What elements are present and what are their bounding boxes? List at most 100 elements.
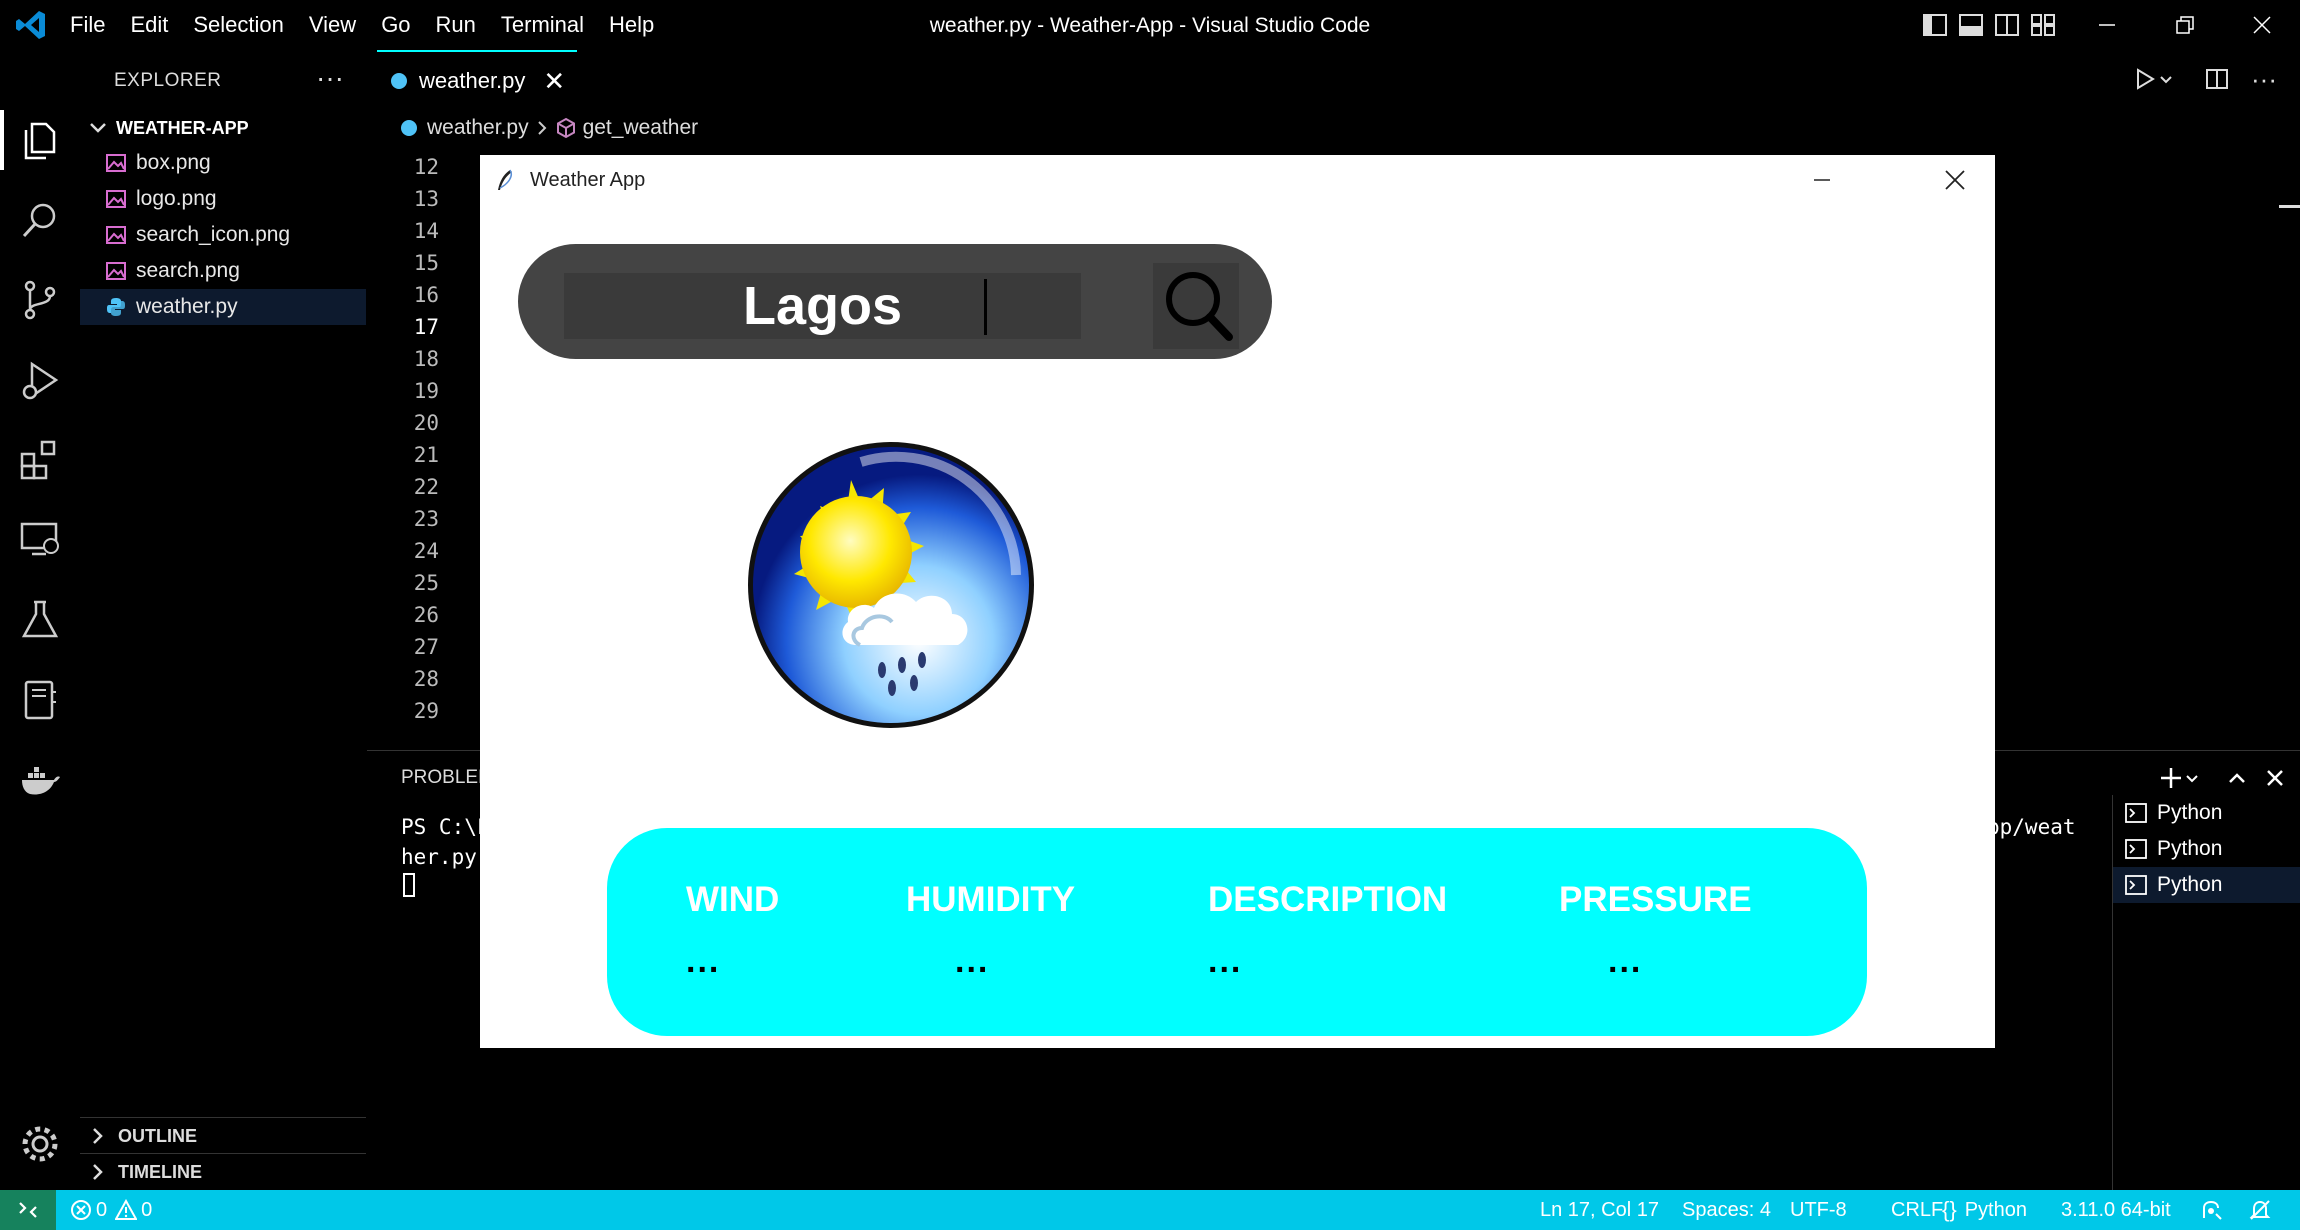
- restore-window-button[interactable]: [2155, 0, 2215, 50]
- explorer-icon[interactable]: [18, 118, 62, 162]
- maximize-panel-button[interactable]: [2219, 761, 2255, 795]
- terminal-item[interactable]: Python: [2113, 795, 2300, 831]
- docker-icon[interactable]: [18, 758, 62, 802]
- chevron-up-icon: [2229, 773, 2245, 783]
- line-number: 16: [413, 283, 439, 307]
- toggle-sidebar-icon[interactable]: [1922, 13, 1948, 37]
- menu-edit[interactable]: Edit: [130, 12, 168, 38]
- file-name: logo.png: [136, 187, 217, 210]
- menu-help[interactable]: Help: [609, 12, 654, 38]
- live-share-button[interactable]: [2200, 1190, 2224, 1230]
- close-icon: [2267, 770, 2283, 786]
- warning-icon: [115, 1199, 138, 1220]
- remote-explorer-icon[interactable]: [18, 518, 62, 562]
- minimize-window-button[interactable]: [2077, 0, 2137, 50]
- app-title: Weather App: [530, 169, 646, 191]
- search-icon[interactable]: [18, 198, 62, 242]
- tk-feather-icon: [498, 169, 512, 190]
- image-icon: [106, 262, 126, 280]
- toggle-secondary-sidebar-icon[interactable]: [1994, 13, 2020, 37]
- extensions-icon[interactable]: [18, 438, 62, 482]
- breadcrumb-file[interactable]: weather.py: [427, 116, 529, 140]
- file-item-weather-py[interactable]: weather.py: [80, 289, 366, 325]
- vscode-logo-icon: [16, 11, 45, 39]
- source-control-icon[interactable]: [18, 278, 62, 322]
- terminal-line: her.py: [401, 845, 477, 869]
- notifications-button[interactable]: [2248, 1190, 2272, 1230]
- breadcrumb-symbol[interactable]: get_weather: [583, 116, 699, 140]
- cursor-position[interactable]: Ln 17, Col 17: [1540, 1190, 1659, 1230]
- close-panel-button[interactable]: [2257, 761, 2293, 795]
- outline-section[interactable]: OUTLINE: [80, 1117, 366, 1154]
- split-editor-button[interactable]: [2205, 64, 2229, 94]
- timeline-section[interactable]: TIMELINE: [80, 1153, 366, 1190]
- python-icon: [401, 120, 417, 136]
- customize-layout-icon[interactable]: [2030, 13, 2056, 37]
- remote-icon: [19, 1202, 37, 1218]
- problems-indicator[interactable]: 0 0: [70, 1190, 152, 1230]
- menu-view[interactable]: View: [309, 12, 356, 38]
- file-name: box.png: [136, 151, 211, 174]
- breadcrumb: weather.py get_weather: [399, 112, 698, 144]
- line-number: 20: [413, 411, 439, 435]
- editor-more-icon[interactable]: ···: [2251, 64, 2277, 94]
- terminal-item[interactable]: Python: [2113, 831, 2300, 867]
- file-item-logo-png[interactable]: logo.png: [80, 181, 366, 217]
- notebook-icon[interactable]: [18, 678, 62, 722]
- menu-run[interactable]: Run: [436, 12, 476, 38]
- menu-terminal[interactable]: Terminal: [501, 12, 584, 38]
- terminal-name: Python: [2157, 801, 2223, 824]
- weather-info-panel: WIND ... HUMIDITY ... DESCRIPTION ... PR…: [607, 828, 1867, 1036]
- line-number: 19: [413, 379, 439, 403]
- end-of-line[interactable]: CRLF: [1891, 1190, 1943, 1230]
- file-item-search-icon-png[interactable]: search_icon.png: [80, 217, 366, 253]
- weather-logo-icon: [748, 442, 1034, 728]
- chevron-down-icon: [90, 123, 106, 133]
- chevron-down-icon: [2186, 775, 2198, 783]
- new-terminal-button[interactable]: [2157, 761, 2201, 795]
- tab-weather-py[interactable]: weather.py ✕: [377, 50, 578, 110]
- python-interpreter[interactable]: 3.11.0 64-bit: [2061, 1190, 2171, 1230]
- remote-indicator[interactable]: [0, 1190, 56, 1230]
- indentation[interactable]: Spaces: 4: [1682, 1190, 1771, 1230]
- line-number: 12: [413, 155, 439, 179]
- close-window-button[interactable]: [2232, 0, 2292, 50]
- menu-file[interactable]: File: [70, 12, 105, 38]
- terminal-item-active[interactable]: Python: [2113, 867, 2300, 903]
- folder-weather-app[interactable]: WEATHER-APP: [86, 112, 366, 144]
- language-mode[interactable]: {} Python: [1942, 1190, 2027, 1230]
- line-number: 13: [413, 187, 439, 211]
- tab-close-icon[interactable]: ✕: [543, 66, 565, 97]
- weather-app-window: Weather App Lagos WIND ... HUMIDITY ... …: [480, 155, 1995, 1048]
- line-number: 18: [413, 347, 439, 371]
- app-title-bar: Weather App: [480, 155, 1995, 205]
- restore-icon: [2176, 16, 2194, 34]
- app-minimize-button[interactable]: [1792, 155, 1852, 205]
- title-bar: File Edit Selection View Go Run Terminal…: [0, 0, 2300, 50]
- run-debug-icon[interactable]: [18, 358, 62, 402]
- file-item-box-png[interactable]: box.png: [80, 145, 366, 181]
- pressure-value: ...: [1608, 942, 1643, 980]
- search-button[interactable]: [1153, 263, 1239, 349]
- warning-count: 0: [141, 1198, 153, 1221]
- editor-scrollbar[interactable]: [2279, 205, 2300, 208]
- run-python-button[interactable]: [2133, 64, 2175, 94]
- explorer-more-icon[interactable]: ···: [316, 62, 344, 94]
- file-item-search-png[interactable]: search.png: [80, 253, 366, 289]
- menu-go[interactable]: Go: [381, 12, 410, 38]
- settings-gear-icon[interactable]: [18, 1122, 62, 1166]
- wind-label: WIND: [686, 880, 780, 919]
- line-number: 22: [413, 475, 439, 499]
- app-close-button[interactable]: [1925, 155, 1985, 205]
- split-editor-icon: [2206, 69, 2228, 89]
- terminal-list: Python Python Python: [2112, 795, 2300, 1195]
- city-search-input[interactable]: Lagos: [564, 273, 1081, 339]
- wind-value: ...: [686, 942, 721, 980]
- toggle-panel-icon[interactable]: [1958, 13, 1984, 37]
- encoding[interactable]: UTF-8: [1790, 1190, 1847, 1230]
- menu-selection[interactable]: Selection: [193, 12, 284, 38]
- file-name: search.png: [136, 259, 240, 282]
- testing-icon[interactable]: [18, 598, 62, 642]
- bell-icon: [2249, 1200, 2271, 1220]
- pressure-label: PRESSURE: [1559, 880, 1752, 919]
